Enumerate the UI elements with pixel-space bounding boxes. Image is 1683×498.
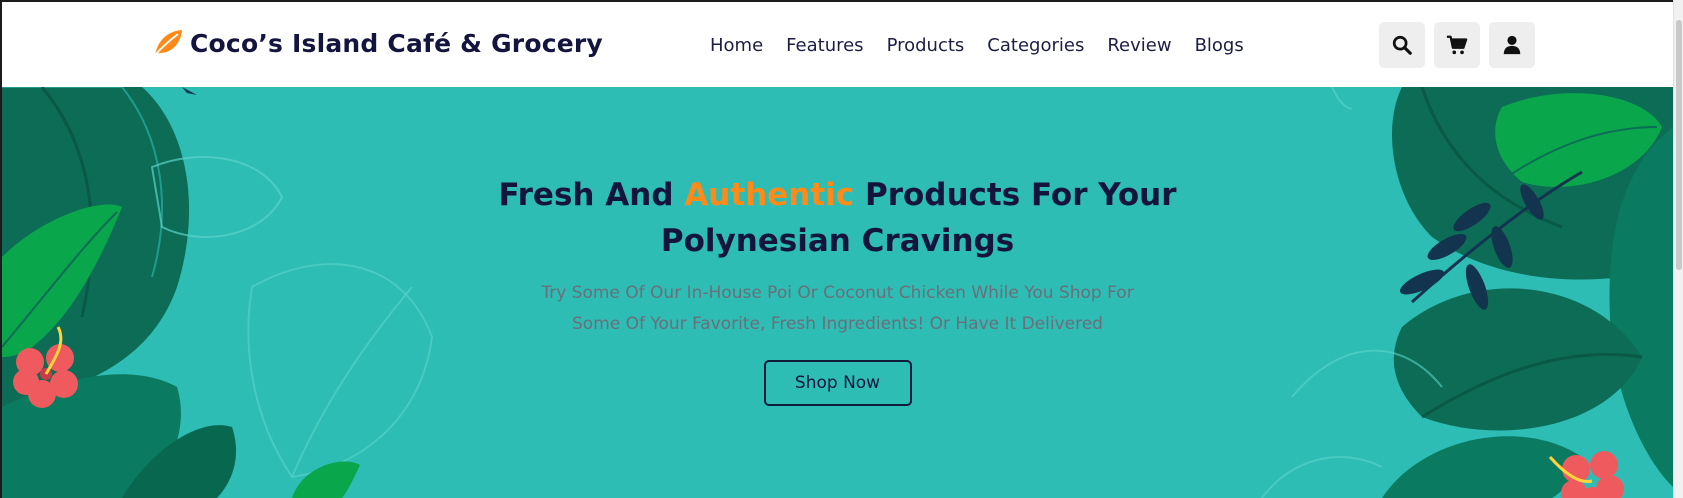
hero-title-line2: Polynesian Cravings	[660, 223, 1015, 259]
scrollbar[interactable]	[1673, 0, 1683, 498]
site-header: Coco’s Island Café & Grocery Home Featur…	[2, 2, 1673, 87]
scrollbar-thumb[interactable]	[1676, 20, 1682, 270]
shop-now-button[interactable]: Shop Now	[763, 360, 912, 406]
main-nav: Home Features Products Categories Review…	[710, 35, 1267, 56]
hero-title-post: Products For Your	[854, 177, 1177, 213]
nav-features[interactable]: Features	[786, 35, 863, 56]
search-button[interactable]	[1379, 22, 1425, 68]
cart-button[interactable]	[1434, 22, 1480, 68]
hero-title-pre: Fresh And	[498, 177, 685, 213]
nav-review[interactable]: Review	[1107, 35, 1171, 56]
nav-products[interactable]: Products	[887, 35, 965, 56]
account-button[interactable]	[1489, 22, 1535, 68]
hero-subtitle: Try Some Of Our In-House Poi Or Coconut …	[541, 283, 1134, 334]
nav-blogs[interactable]: Blogs	[1195, 35, 1244, 56]
leaf-icon	[152, 28, 184, 58]
nav-home[interactable]: Home	[710, 35, 763, 56]
search-icon	[1392, 35, 1412, 55]
hero-title: Fresh And Authentic Products For Your Po…	[2, 172, 1673, 264]
hero-title-accent: Authentic	[684, 177, 855, 213]
hero-banner: Fresh And Authentic Products For Your Po…	[2, 87, 1673, 498]
hero-content: Fresh And Authentic Products For Your Po…	[2, 172, 1673, 406]
header-actions	[1379, 22, 1535, 68]
user-icon	[1503, 35, 1521, 55]
brand-name: Coco’s Island Café & Grocery	[190, 28, 603, 58]
cart-icon	[1446, 35, 1468, 55]
brand-logo[interactable]: Coco’s Island Café & Grocery	[152, 28, 603, 58]
nav-categories[interactable]: Categories	[987, 35, 1084, 56]
